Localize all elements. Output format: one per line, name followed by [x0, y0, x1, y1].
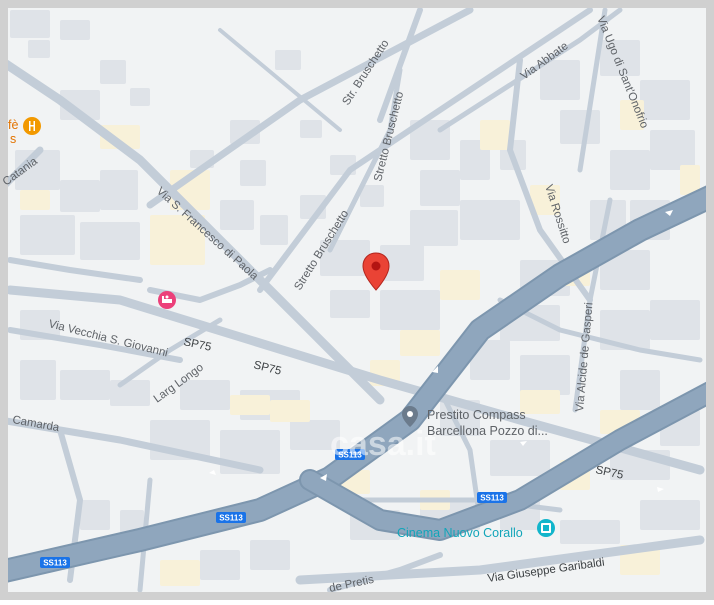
poi-cinema-label: Cinema Nuovo Corallo — [397, 526, 523, 540]
map-svg[interactable]: Str. Bruschetto Stretto Bruschetto Stret… — [0, 0, 714, 600]
ss113-shield: SS113 — [40, 557, 70, 568]
ss113-shield-label: SS113 — [43, 559, 67, 568]
map-canvas[interactable]: Str. Bruschetto Stretto Bruschetto Stret… — [0, 0, 714, 600]
ss113-shield-label: SS113 — [219, 514, 243, 523]
poi-hotel[interactable] — [158, 291, 176, 309]
poi-prestito-line1: Prestito Compass — [427, 408, 526, 422]
cinema-icon — [537, 519, 555, 537]
ss113-shield: SS113 — [477, 492, 507, 503]
restaurant-icon — [23, 117, 41, 135]
ss113-shield: SS113 — [216, 512, 246, 523]
poi-prestito-line2: Barcellona Pozzo di... — [427, 424, 548, 438]
watermark-text: casa.it — [330, 425, 436, 463]
poi-cafe-label-2: s — [10, 132, 16, 146]
poi-cafe-label: fè — [8, 118, 18, 132]
ss113-shield-label: SS113 — [480, 494, 504, 503]
